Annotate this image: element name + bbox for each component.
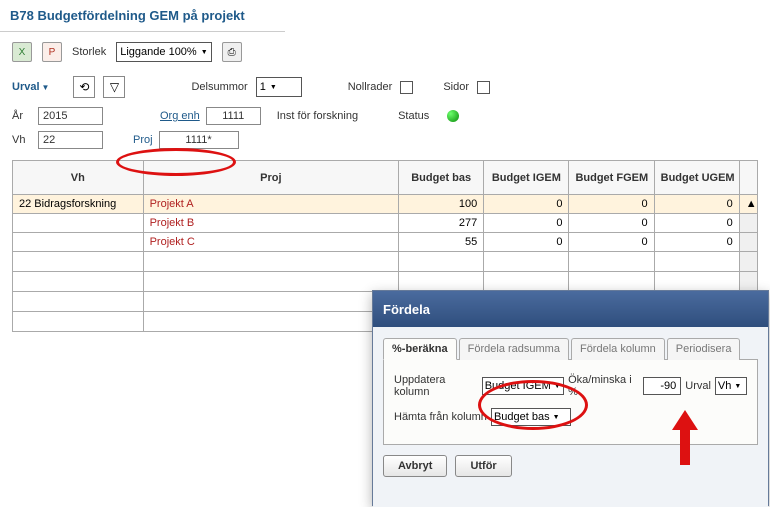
export-excel-icon[interactable]: X: [12, 42, 32, 62]
oka-minska-label: Öka/minska i %: [568, 374, 639, 398]
toolbar: X P Storlek Liggande 100% ▼ ⎙: [0, 32, 770, 72]
sidor-checkbox[interactable]: [477, 81, 490, 94]
tab-fordela-radsumma[interactable]: Fördela radsumma: [459, 338, 569, 360]
col-header-proj[interactable]: Proj: [143, 161, 399, 195]
orgenh-desc: Inst för forskning: [277, 110, 358, 122]
cell-budget-fgem[interactable]: 0: [569, 233, 654, 252]
cell-proj[interactable]: Projekt C: [143, 233, 399, 252]
scrollbar-track[interactable]: [739, 214, 757, 233]
dialog-title[interactable]: Fördela: [373, 291, 768, 327]
urval-link[interactable]: Urval ▼: [12, 81, 49, 93]
oka-minska-input[interactable]: [643, 377, 681, 395]
table-row-empty: [13, 252, 758, 272]
filter-icon[interactable]: ▽: [103, 76, 125, 98]
cell-proj[interactable]: Projekt B: [143, 214, 399, 233]
tab-content: Uppdatera kolumn Budget IGEM ▼ Öka/minsk…: [383, 360, 758, 445]
chevron-down-icon: ▼: [553, 414, 560, 421]
cell-budget-igem[interactable]: 0: [484, 195, 569, 214]
dialog-tabstrip: %-beräkna Fördela radsumma Fördela kolum…: [383, 337, 758, 360]
table-row[interactable]: Projekt B277000: [13, 214, 758, 233]
chevron-down-icon: ▼: [554, 383, 561, 390]
ar-input[interactable]: [38, 107, 103, 125]
hamta-fran-label: Hämta från kolumn: [394, 411, 487, 423]
filter-bar: Urval ▼ ⟲ ▽ Delsummor 1 ▼ Nollrader Sido…: [0, 72, 770, 104]
cell-budget-fgem[interactable]: 0: [569, 214, 654, 233]
cell-budget-fgem[interactable]: 0: [569, 195, 654, 214]
table-row-empty: [13, 272, 758, 292]
scroll-up-icon[interactable]: ▲: [739, 195, 757, 214]
proj-label: Proj: [133, 134, 153, 146]
cell-budget-igem[interactable]: 0: [484, 233, 569, 252]
avbryt-button[interactable]: Avbryt: [383, 455, 447, 477]
storlek-value: Liggande 100%: [120, 46, 196, 58]
ar-label: År: [12, 110, 32, 122]
cell-vh: 22 Bidragsforskning: [13, 195, 144, 214]
criteria-block: År Org enh Inst för forskning Status Vh …: [0, 104, 770, 160]
dialog-urval-label: Urval: [685, 380, 711, 392]
delsummor-select[interactable]: 1 ▼: [256, 77, 302, 97]
vh-input[interactable]: [38, 131, 103, 149]
delsummor-label: Delsummor: [191, 81, 247, 93]
tab-fordela-kolumn[interactable]: Fördela kolumn: [571, 338, 665, 360]
storlek-label: Storlek: [72, 46, 106, 58]
cell-vh: [13, 214, 144, 233]
orgenh-label[interactable]: Org enh: [160, 110, 200, 122]
chevron-down-icon: ▼: [42, 83, 50, 92]
uppdatera-kolumn-select[interactable]: Budget IGEM ▼: [482, 377, 564, 395]
cell-vh: [13, 233, 144, 252]
hamta-fran-select[interactable]: Budget bas ▼: [491, 408, 571, 426]
storlek-select[interactable]: Liggande 100% ▼: [116, 42, 211, 62]
cell-budget-bas[interactable]: 277: [399, 214, 484, 233]
sidor-label: Sidor: [443, 81, 469, 93]
uppdatera-kolumn-label: Uppdatera kolumn: [394, 374, 478, 398]
utfor-button[interactable]: Utför: [455, 455, 511, 477]
print-icon[interactable]: ⎙: [222, 42, 242, 62]
cell-budget-bas[interactable]: 100: [399, 195, 484, 214]
cell-budget-ugem[interactable]: 0: [654, 233, 739, 252]
grid-scroll-header: [739, 161, 757, 195]
nollrader-checkbox[interactable]: [400, 81, 413, 94]
refresh-icon[interactable]: ⟲: [73, 76, 95, 98]
col-header-budget-bas[interactable]: Budget bas: [399, 161, 484, 195]
cell-budget-ugem[interactable]: 0: [654, 214, 739, 233]
table-row[interactable]: 22 BidragsforskningProjekt A100000▲: [13, 195, 758, 214]
dialog-urval-select[interactable]: Vh ▼: [715, 377, 747, 395]
tab-pct-berakna[interactable]: %-beräkna: [383, 338, 457, 360]
tab-periodisera[interactable]: Periodisera: [667, 338, 741, 360]
col-header-budget-igem[interactable]: Budget IGEM: [484, 161, 569, 195]
cell-proj[interactable]: Projekt A: [143, 195, 399, 214]
chevron-down-icon: ▼: [734, 383, 741, 390]
export-pdf-icon[interactable]: P: [42, 42, 62, 62]
orgenh-input[interactable]: [206, 107, 261, 125]
proj-input[interactable]: [159, 131, 239, 149]
table-row[interactable]: Projekt C55000: [13, 233, 758, 252]
vh-label: Vh: [12, 134, 32, 146]
page-title: B78 Budgetfördelning GEM på projekt: [0, 0, 285, 32]
col-header-budget-ugem[interactable]: Budget UGEM: [654, 161, 739, 195]
nollrader-label: Nollrader: [348, 81, 393, 93]
chevron-down-icon: ▼: [270, 84, 277, 91]
col-header-vh[interactable]: Vh: [13, 161, 144, 195]
status-indicator-icon: [447, 110, 459, 122]
status-label: Status: [398, 110, 429, 122]
cell-budget-igem[interactable]: 0: [484, 214, 569, 233]
cell-budget-ugem[interactable]: 0: [654, 195, 739, 214]
cell-budget-bas[interactable]: 55: [399, 233, 484, 252]
chevron-down-icon: ▼: [201, 49, 208, 56]
fordela-dialog: Fördela %-beräkna Fördela radsumma Förde…: [372, 290, 769, 506]
scrollbar-track[interactable]: [739, 233, 757, 252]
col-header-budget-fgem[interactable]: Budget FGEM: [569, 161, 654, 195]
